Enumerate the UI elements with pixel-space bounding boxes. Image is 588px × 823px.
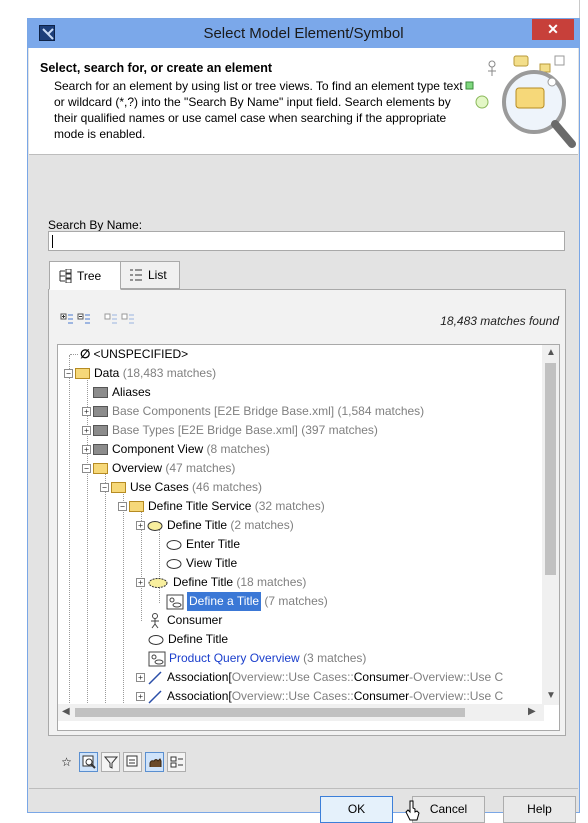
tree-row-enter-title[interactable]: Enter Title (166, 535, 240, 554)
filter-icon[interactable] (101, 752, 120, 772)
tree-row-overview[interactable]: − Overview (47 matches) (82, 459, 235, 478)
package-icon (93, 406, 108, 417)
association-icon (148, 670, 162, 685)
expand-toggle[interactable]: + (136, 578, 145, 587)
unspecified-icon: ∅ (80, 347, 91, 361)
tree-row-base-types[interactable]: + Base Types [E2E Bridge Base.xml] (397 … (82, 421, 378, 440)
scroll-right-icon[interactable]: ▶ (528, 706, 536, 717)
diagram-icon (166, 594, 184, 609)
background-window-edge (579, 0, 588, 813)
collapse-toggle[interactable]: − (82, 464, 91, 473)
collapse-selected-icon[interactable] (121, 312, 135, 326)
text-caret (52, 235, 53, 248)
extension-point-use-case-icon (148, 577, 168, 588)
collapse-toggle[interactable]: − (100, 483, 109, 492)
tree-icon (59, 268, 72, 283)
tree-row-base-components[interactable]: + Base Components [E2E Bridge Base.xml] … (82, 402, 424, 421)
tree-row-association-1[interactable]: + Association[Overview::Use Cases:: Consu… (136, 668, 503, 687)
tree-tab-panel: 18,483 matches found ∅ <UNSPECIFIED> − D… (48, 289, 566, 736)
dialog-header: Select, search for, or create an element… (29, 48, 578, 155)
folder-icon (93, 463, 108, 474)
title-bar: Select Model Element/Symbol ✕ (28, 19, 579, 48)
tree-rows: ∅ <UNSPECIFIED> − Data (18,483 matches) … (58, 345, 544, 705)
folder-icon (111, 482, 126, 493)
expand-toggle[interactable]: + (136, 673, 145, 682)
tree-row-define-title-1[interactable]: + Define Title (2 matches) (136, 516, 294, 535)
ok-button[interactable]: OK (320, 796, 393, 823)
header-title: Select, search for, or create an element (40, 61, 273, 75)
use-case-icon (166, 539, 182, 550)
list-icon (130, 269, 142, 281)
tree-connector (105, 468, 106, 705)
horizontal-scroll-thumb[interactable] (75, 708, 465, 717)
package-icon (93, 387, 108, 398)
element-tree[interactable]: ∅ <UNSPECIFIED> − Data (18,483 matches) … (57, 344, 560, 731)
bottom-toolbar: ☆ (57, 752, 186, 774)
tab-tree[interactable]: Tree (49, 261, 121, 290)
use-case-icon (148, 634, 164, 645)
horizontal-scrollbar[interactable]: ◀ ▶ (58, 704, 544, 721)
use-case-icon (147, 520, 163, 531)
close-button[interactable]: ✕ (532, 19, 574, 40)
window-title: Select Model Element/Symbol (203, 25, 404, 42)
tree-connector (69, 355, 70, 705)
folder-icon (129, 501, 144, 512)
tree-row-data[interactable]: − Data (18,483 matches) (64, 364, 216, 383)
actor-icon (151, 612, 159, 628)
tree-row-define-a-title[interactable]: Define a Title (7 matches) (166, 592, 328, 611)
tree-row-product-query-overview[interactable]: Product Query Overview (3 matches) (148, 649, 366, 668)
tree-row-association-2[interactable]: + Association[Overview::Use Cases:: Consu… (136, 687, 503, 705)
search-mode-icon[interactable] (79, 752, 98, 772)
package-folder-icon (75, 368, 90, 379)
tree-row-view-title[interactable]: View Title (166, 554, 237, 573)
use-case-icon (166, 558, 182, 569)
tree-row-define-title-service[interactable]: − Define Title Service (32 matches) (118, 497, 325, 516)
mouse-cursor-icon (405, 800, 420, 821)
vertical-scroll-thumb[interactable] (545, 363, 556, 575)
selected-element: Define a Title (187, 592, 262, 611)
tree-connector (123, 487, 124, 705)
tab-list-label: List (148, 268, 167, 282)
scroll-left-icon[interactable]: ◀ (62, 706, 70, 717)
camel-case-icon[interactable] (145, 752, 164, 772)
scroll-down-icon[interactable]: ▼ (546, 690, 556, 701)
vertical-scrollbar[interactable]: ▲ ▼ (542, 345, 559, 705)
qualified-name-icon[interactable] (123, 752, 142, 772)
expand-toggle[interactable]: + (82, 407, 91, 416)
tree-row-use-cases[interactable]: − Use Cases (46 matches) (100, 478, 262, 497)
tree-row-define-title-2[interactable]: + Define Title (18 matches) (136, 573, 306, 592)
expand-toggle[interactable]: + (82, 426, 91, 435)
collapse-toggle[interactable]: − (118, 502, 127, 511)
button-separator (29, 788, 578, 789)
tree-row-define-title-3[interactable]: Define Title (148, 630, 228, 649)
scroll-up-icon[interactable]: ▲ (546, 347, 556, 358)
matches-count: 18,483 matches found (440, 314, 559, 328)
collapse-all-icon[interactable] (77, 312, 91, 326)
header-description: Search for an element by using list or t… (54, 79, 463, 141)
expand-toggle[interactable]: + (82, 445, 91, 454)
tab-tree-label: Tree (77, 268, 102, 283)
package-icon (93, 425, 108, 436)
star-icon[interactable]: ☆ (57, 752, 76, 772)
search-by-name-input[interactable] (48, 231, 565, 251)
tree-row-consumer[interactable]: Consumer (148, 611, 222, 630)
options-icon[interactable] (167, 752, 186, 772)
search-illustration-icon (465, 55, 576, 148)
cancel-button[interactable]: Cancel (412, 796, 485, 823)
tree-row-aliases[interactable]: Aliases (93, 383, 151, 402)
collapse-toggle[interactable]: − (64, 369, 73, 378)
expand-toggle[interactable]: + (136, 521, 145, 530)
package-icon (93, 444, 108, 455)
tree-row-unspecified[interactable]: ∅ <UNSPECIFIED> (68, 345, 188, 364)
tab-list[interactable]: List (120, 261, 180, 289)
tree-row-component-view[interactable]: + Component View (8 matches) (82, 440, 270, 459)
search-by-name-label: Search By Name: (48, 218, 143, 232)
diagram-icon (148, 651, 166, 666)
expand-selected-icon[interactable] (104, 312, 118, 326)
expand-all-icon[interactable] (60, 312, 74, 326)
select-model-element-dialog: Select Model Element/Symbol ✕ Select, se… (27, 18, 580, 823)
expand-toggle[interactable]: + (136, 692, 145, 701)
association-icon (148, 689, 162, 704)
help-button[interactable]: Help (503, 796, 576, 823)
